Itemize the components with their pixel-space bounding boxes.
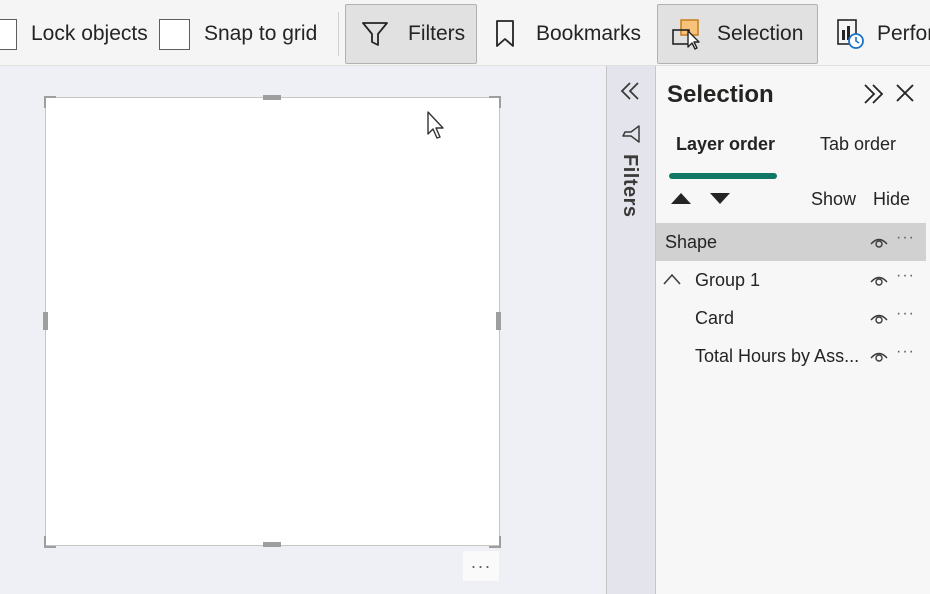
- layer-item-shape[interactable]: Shape ···: [656, 223, 926, 261]
- layer-item-label: Card: [695, 307, 735, 328]
- performance-analyzer-button[interactable]: Perfor: [835, 4, 930, 64]
- mouse-cursor-icon: [427, 111, 444, 139]
- bookmark-icon: [494, 19, 516, 49]
- filters-pane-collapsed[interactable]: Filters: [606, 66, 656, 594]
- collapse-pane-icon[interactable]: [862, 82, 884, 106]
- snap-to-grid-toggle[interactable]: Snap to grid: [159, 4, 317, 64]
- layer-item-total-hours[interactable]: Total Hours by Ass... ···: [656, 337, 926, 375]
- layer-more-options-button[interactable]: ···: [896, 305, 915, 323]
- layer-item-group-1[interactable]: Group 1 ···: [656, 261, 926, 299]
- resize-handle-bottom-left[interactable]: [44, 536, 56, 548]
- tab-tab-order[interactable]: Tab order: [820, 134, 896, 155]
- resize-handle-left[interactable]: [43, 312, 48, 330]
- layer-item-label: Total Hours by Ass...: [695, 345, 860, 366]
- ribbon: Lock objects Snap to grid Filters Bookma…: [0, 0, 930, 66]
- lock-objects-label: Lock objects: [31, 22, 148, 45]
- snap-to-grid-checkbox[interactable]: [159, 18, 190, 50]
- collapse-group-icon[interactable]: [663, 273, 681, 285]
- resize-handle-top[interactable]: [263, 95, 281, 100]
- resize-handle-bottom[interactable]: [263, 542, 281, 547]
- bookmarks-label: Bookmarks: [536, 22, 642, 45]
- layer-more-options-button[interactable]: ···: [896, 229, 915, 247]
- filters-label: Filters: [408, 22, 466, 45]
- expand-filters-icon[interactable]: [619, 80, 641, 102]
- hide-all-button[interactable]: Hide: [873, 189, 910, 210]
- visibility-eye-icon[interactable]: [870, 273, 888, 287]
- visibility-eye-icon[interactable]: [870, 235, 888, 249]
- snap-to-grid-label: Snap to grid: [204, 22, 318, 45]
- selection-button[interactable]: Selection: [657, 4, 818, 64]
- filter-icon: [622, 125, 640, 143]
- filters-button[interactable]: Filters: [345, 4, 477, 64]
- tab-layer-order[interactable]: Layer order: [676, 134, 775, 155]
- move-down-icon[interactable]: [709, 191, 731, 205]
- performance-icon: [835, 18, 865, 50]
- resize-handle-bottom-right[interactable]: [489, 536, 501, 548]
- shape-visual[interactable]: [45, 97, 500, 546]
- active-tab-indicator: [669, 173, 777, 179]
- bookmarks-button[interactable]: Bookmarks: [494, 4, 641, 64]
- layer-item-label: Shape: [665, 231, 718, 252]
- layer-item-card[interactable]: Card ···: [656, 299, 926, 337]
- show-all-button[interactable]: Show: [811, 189, 856, 210]
- layer-more-options-button[interactable]: ···: [896, 267, 915, 285]
- lock-objects-toggle[interactable]: Lock objects: [0, 4, 148, 64]
- selection-pane-title: Selection: [667, 81, 774, 108]
- resize-handle-top-left[interactable]: [44, 96, 56, 108]
- filters-pane-label: Filters: [619, 154, 641, 218]
- lock-objects-checkbox[interactable]: [0, 18, 17, 50]
- visual-more-options-button[interactable]: ···: [463, 551, 499, 581]
- selection-label: Selection: [717, 22, 804, 45]
- selection-icon: [671, 18, 703, 50]
- filter-icon: [360, 19, 390, 49]
- move-up-icon[interactable]: [670, 191, 692, 205]
- layer-item-label: Group 1: [695, 269, 761, 290]
- close-icon[interactable]: [894, 82, 916, 104]
- resize-handle-right[interactable]: [496, 312, 501, 330]
- selection-pane: Selection Layer order Tab order Show Hid…: [656, 66, 930, 594]
- resize-handle-top-right[interactable]: [489, 96, 501, 108]
- performance-label: Perfor: [877, 22, 930, 45]
- ribbon-divider: [338, 12, 339, 56]
- layer-more-options-button[interactable]: ···: [896, 343, 915, 361]
- visibility-eye-icon[interactable]: [870, 349, 888, 363]
- visibility-eye-icon[interactable]: [870, 311, 888, 325]
